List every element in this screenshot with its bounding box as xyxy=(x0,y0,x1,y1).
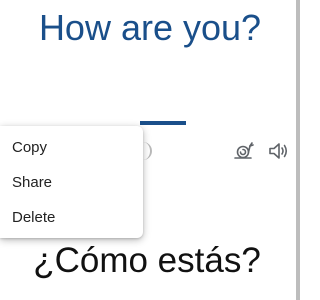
speaker-icon xyxy=(269,143,288,159)
source-text[interactable]: How are you? xyxy=(0,6,300,50)
menu-item-delete[interactable]: Delete xyxy=(0,200,143,235)
snail-icon xyxy=(234,142,254,159)
menu-item-copy[interactable]: Copy xyxy=(0,130,143,165)
slow-playback-button[interactable] xyxy=(231,138,257,164)
menu-item-share[interactable]: Share xyxy=(0,165,143,200)
context-menu: Copy Share Delete xyxy=(0,126,143,238)
speak-button[interactable] xyxy=(265,138,291,164)
active-tab-indicator xyxy=(140,121,186,125)
translated-text[interactable]: ¿Cómo estás? xyxy=(0,238,294,284)
